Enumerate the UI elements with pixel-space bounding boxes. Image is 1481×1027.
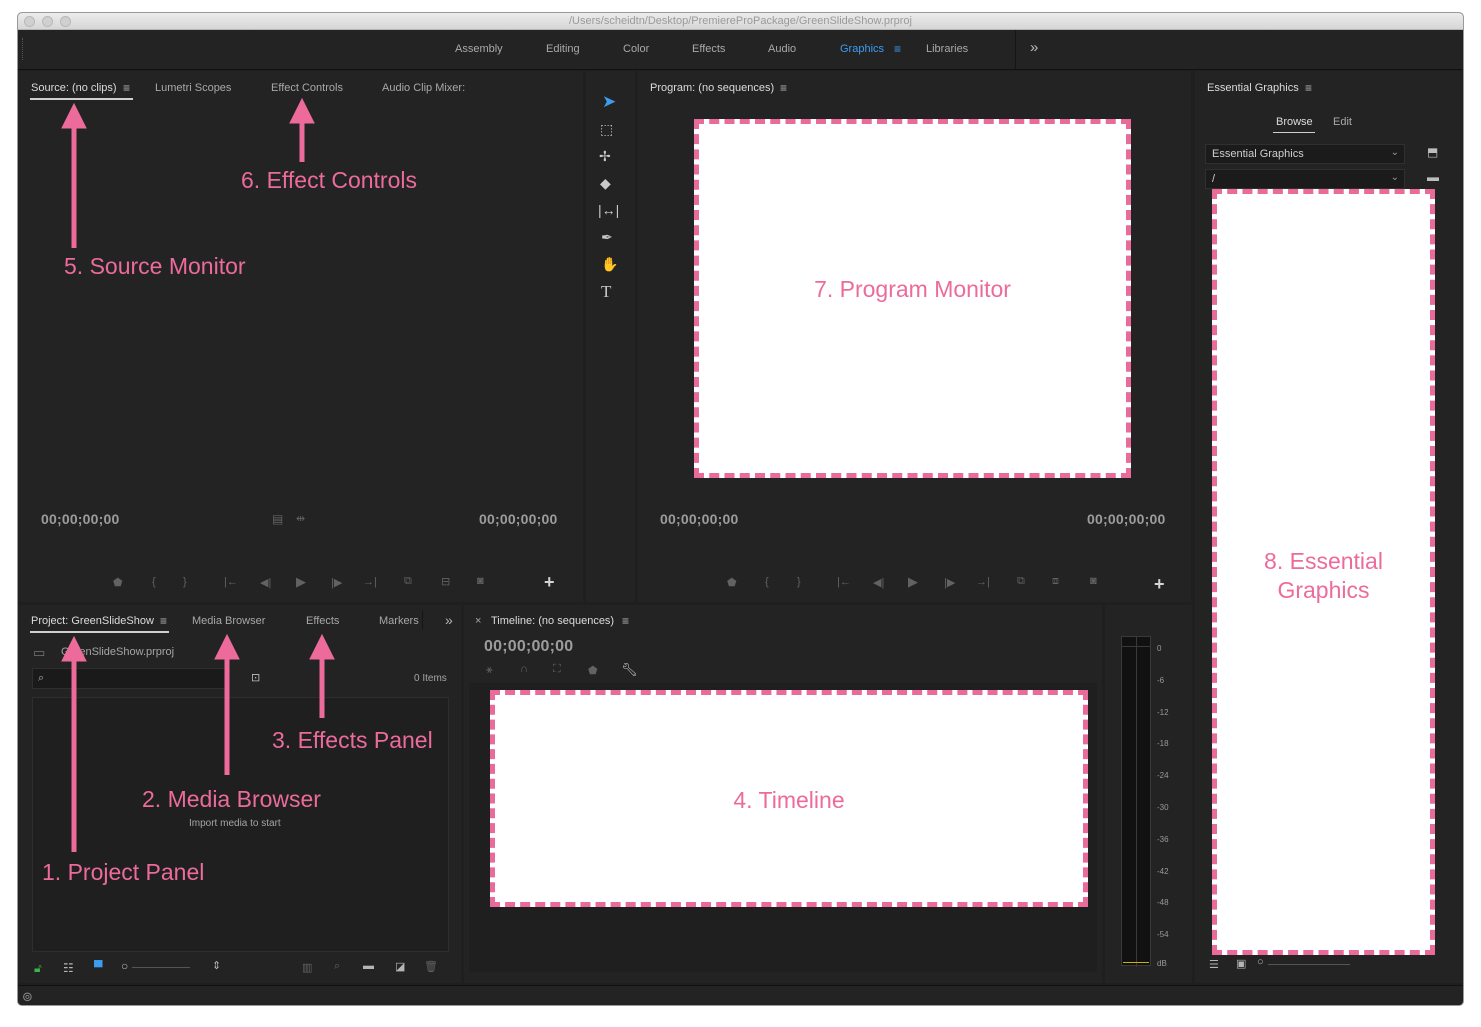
arrow-head-icon — [61, 635, 87, 662]
arrow-head-icon — [214, 633, 240, 660]
arrow-head-icon — [309, 633, 335, 660]
arrow-head-icon — [289, 97, 315, 124]
arrow-head-icon — [61, 102, 87, 129]
annotation-arrows — [61, 97, 335, 852]
